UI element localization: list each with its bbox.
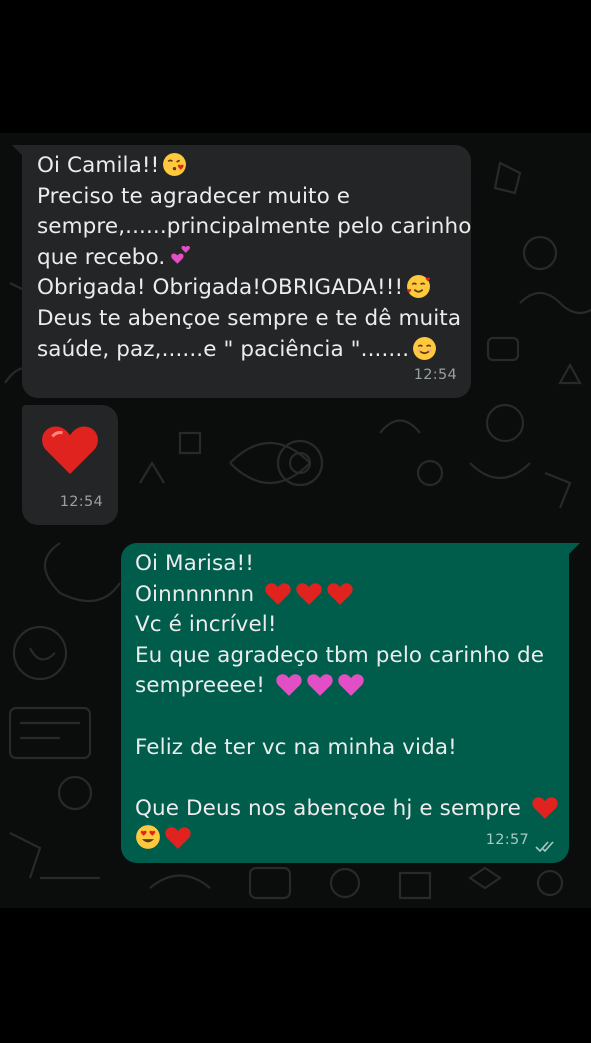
message-line: Oinnnnnnn: [135, 580, 555, 611]
message-timestamp: 12:54: [413, 367, 457, 384]
red-heart-icon: [40, 421, 100, 487]
heart-eyes-face-icon: [135, 824, 161, 850]
pink-heart-icon: [306, 672, 334, 697]
chat-area[interactable]: Oi Camila!! Preciso te agradecer muito e…: [0, 133, 591, 908]
read-double-check-icon: [535, 841, 554, 853]
message-line: Vc é incrível!: [135, 612, 277, 638]
message-line: Feliz de ter vc na minha vida!: [135, 734, 457, 760]
incoming-message[interactable]: 12:54: [22, 405, 118, 525]
red-heart-icon: [164, 825, 192, 850]
two-hearts-icon: [168, 244, 193, 269]
message-timestamp: 12:57: [485, 832, 529, 849]
message-line: que recebo.: [37, 243, 457, 274]
kissing-face-with-heart-icon: [162, 152, 187, 177]
message-line: sempre,......principalmente pelo carinho: [37, 214, 472, 240]
red-heart-icon: [295, 581, 323, 606]
pink-heart-icon: [337, 672, 365, 697]
pink-heart-icon: [275, 672, 303, 697]
message-line: Deus te abençoe sempre e te dê muita: [37, 305, 462, 331]
smiling-face-icon: [412, 336, 437, 361]
whatsapp-chat-screenshot: Oi Camila!! Preciso te agradecer muito e…: [0, 0, 591, 1043]
message-line: Que Deus nos abençoe hj e sempre: [135, 794, 558, 825]
message-line: Eu que agradeço tbm pelo carinho de: [135, 642, 545, 668]
message-line: Preciso te agradecer muito e: [37, 183, 351, 209]
red-heart-icon: [264, 581, 292, 606]
incoming-message[interactable]: Oi Camila!! Preciso te agradecer muito e…: [22, 145, 471, 398]
message-line: Obrigada! Obrigada!OBRIGADA!!!: [37, 273, 457, 304]
outgoing-message[interactable]: Oi Marisa!! Oinnnnnnn Vc é incrível! Eu …: [121, 543, 569, 863]
smiling-face-with-hearts-icon: [406, 274, 431, 299]
message-line: Oi Marisa!!: [135, 551, 254, 576]
message-line: sempreeee!: [135, 671, 555, 702]
message-line: Oi Camila!!: [37, 151, 457, 182]
red-heart-icon: [531, 795, 559, 820]
message-timestamp: 12:54: [59, 494, 103, 511]
message-line: saúde, paz,......e " paciência ".......: [37, 335, 457, 366]
red-heart-icon: [326, 581, 354, 606]
